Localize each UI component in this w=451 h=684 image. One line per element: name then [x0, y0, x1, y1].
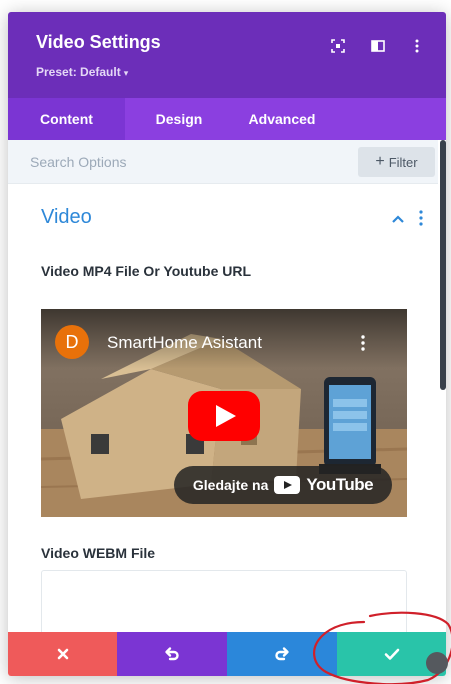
play-icon	[216, 405, 236, 427]
undo-icon	[165, 647, 179, 661]
modal-title: Video Settings	[36, 32, 161, 52]
search-input[interactable]	[30, 148, 330, 176]
tab-bar: Content Design Advanced	[8, 98, 446, 140]
redo-button[interactable]	[227, 632, 337, 676]
watch-on-youtube-button[interactable]: Gledajte na YouTube	[174, 466, 392, 504]
section-title[interactable]: Video	[41, 206, 92, 229]
video-title[interactable]: SmartHome Asistant	[107, 333, 262, 353]
video-webm-label: Video WEBM File	[41, 545, 156, 561]
split-view-icon[interactable]	[370, 38, 386, 54]
modal-footer	[8, 632, 446, 676]
settings-content: Video Video MP4 File Or Youtube URL D Sm…	[8, 184, 438, 632]
scrollbar-thumb[interactable]	[440, 140, 446, 390]
tab-content[interactable]: Content	[8, 98, 125, 140]
watch-on-label: Gledajte na	[192, 477, 269, 493]
preset-label: Preset: Default	[36, 65, 121, 79]
video-preview[interactable]: D SmartHome Asistant Gledajte na YouTube	[41, 309, 407, 517]
redo-icon	[275, 647, 289, 661]
modal-header: Video Settings Preset: Default ▾	[8, 12, 446, 98]
settings-modal: Video Settings Preset: Default ▾ Content …	[8, 12, 446, 676]
check-icon	[384, 648, 399, 660]
section-more-icon[interactable]	[419, 210, 423, 226]
filter-label: Filter	[388, 154, 418, 170]
plus-icon: +	[375, 153, 385, 170]
tab-design[interactable]: Design	[125, 98, 233, 140]
undo-button[interactable]	[117, 632, 227, 676]
tab-advanced[interactable]: Advanced	[233, 98, 331, 140]
close-icon	[57, 648, 68, 660]
cancel-button[interactable]	[8, 632, 117, 676]
resize-handle[interactable]	[426, 652, 448, 674]
video-url-label: Video MP4 File Or Youtube URL	[41, 263, 252, 279]
more-vertical-icon[interactable]	[409, 38, 425, 54]
video-menu-icon[interactable]	[361, 335, 365, 351]
filter-button[interactable]: + Filter	[358, 147, 435, 177]
youtube-wordmark: YouTube	[306, 475, 374, 494]
play-button[interactable]	[188, 391, 260, 441]
preset-caret-icon: ▾	[123, 68, 129, 78]
preset-selector[interactable]: Preset: Default ▾	[36, 65, 128, 79]
webm-upload-field[interactable]	[41, 570, 407, 632]
channel-avatar[interactable]: D	[55, 325, 89, 359]
expand-icon[interactable]	[330, 38, 346, 54]
youtube-logo-icon	[274, 476, 301, 494]
search-bar: + Filter	[8, 140, 438, 184]
chevron-up-icon[interactable]	[391, 214, 405, 224]
